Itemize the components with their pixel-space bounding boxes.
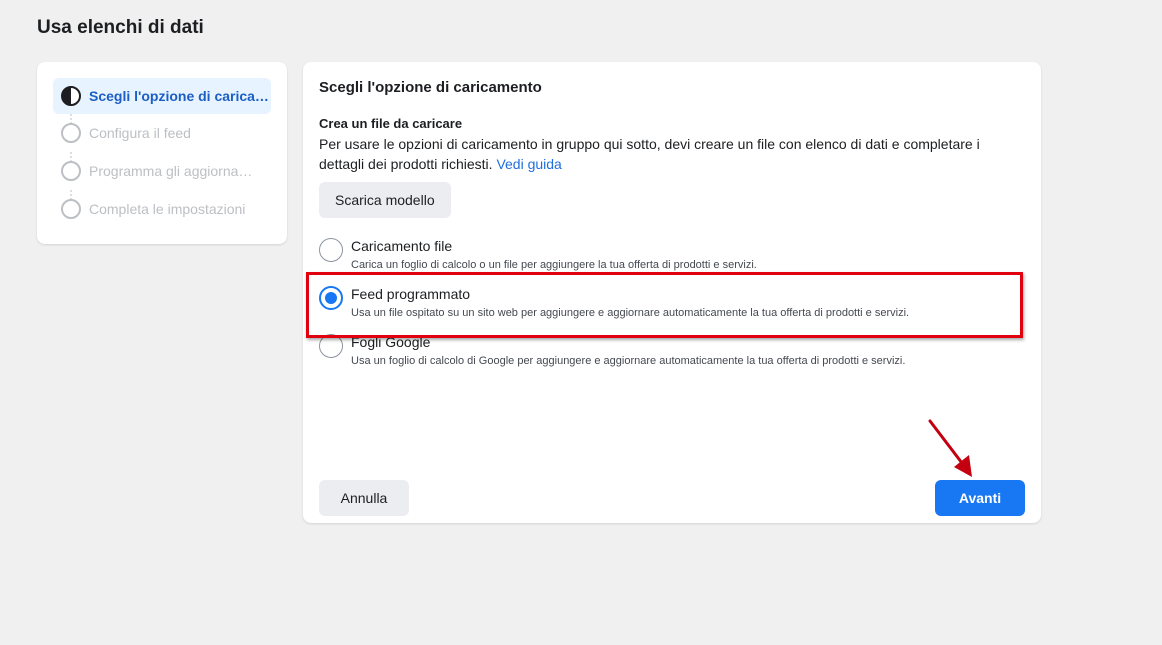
radio-scheduled-feed[interactable] <box>319 286 343 310</box>
step-label: Configura il feed <box>89 125 191 141</box>
guide-link[interactable]: Vedi guida <box>496 156 561 172</box>
option-title: Caricamento file <box>351 238 453 254</box>
step-label: Scegli l'opzione di carica… <box>89 88 269 104</box>
half-filled-circle-icon <box>61 86 81 106</box>
option-title: Fogli Google <box>351 334 431 350</box>
option-description: Usa un file ospitato su un sito web per … <box>351 307 910 319</box>
page-title: Usa elenchi di dati <box>37 17 204 38</box>
steps-panel: Scegli l'opzione di carica… Configura il… <box>37 62 287 244</box>
option-scheduled-feed[interactable]: Feed programmato Usa un file ospitato su… <box>319 286 1019 326</box>
empty-circle-icon <box>61 199 81 219</box>
red-arrow-icon <box>928 419 972 477</box>
option-description: Usa un foglio di calcolo di Google per a… <box>351 355 906 367</box>
option-google-sheets[interactable]: Fogli Google Usa un foglio di calcolo di… <box>319 334 1019 374</box>
empty-circle-icon <box>61 123 81 143</box>
step-schedule-updates: Programma gli aggiorna… <box>53 153 271 189</box>
cancel-button[interactable]: Annulla <box>319 480 409 516</box>
step-label: Completa le impostazioni <box>89 201 246 217</box>
option-title: Feed programmato <box>351 286 471 302</box>
download-template-button[interactable]: Scarica modello <box>319 182 451 218</box>
option-file-upload[interactable]: Caricamento file Carica un foglio di cal… <box>319 238 1019 278</box>
step-configure-feed: Configura il feed <box>53 115 271 151</box>
section-description: Per usare le opzioni di caricamento in g… <box>319 134 1009 174</box>
section-description-text: Per usare le opzioni di caricamento in g… <box>319 136 980 172</box>
next-button[interactable]: Avanti <box>935 480 1025 516</box>
step-label: Programma gli aggiorna… <box>89 163 253 179</box>
option-description: Carica un foglio di calcolo o un file pe… <box>351 259 757 271</box>
empty-circle-icon <box>61 161 81 181</box>
radio-google-sheets[interactable] <box>319 334 343 358</box>
radio-file-upload[interactable] <box>319 238 343 262</box>
card-title: Scegli l'opzione di caricamento <box>319 79 542 96</box>
step-choose-upload-option[interactable]: Scegli l'opzione di carica… <box>53 78 271 114</box>
step-complete-settings: Completa le impostazioni <box>53 191 271 227</box>
section-title: Crea un file da caricare <box>319 116 463 131</box>
